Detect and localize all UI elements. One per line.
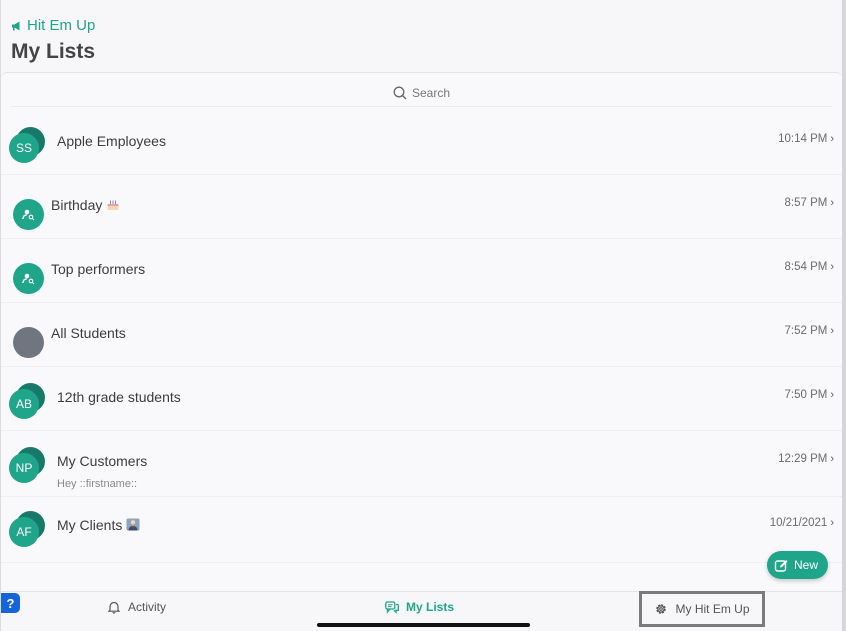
avatar: AF [9, 511, 49, 547]
home-indicator[interactable] [317, 623, 530, 627]
new-button-label: New [793, 558, 818, 572]
person-search-icon [22, 273, 35, 285]
business-person-icon [126, 518, 140, 531]
status-bar [1, 0, 842, 14]
list-item-title: 12th grade students [57, 389, 181, 405]
tab-my-lists-label: My Lists [406, 600, 455, 614]
search-icon [393, 86, 407, 99]
list-item[interactable]: Top performers 8:54 PM › [1, 239, 842, 303]
lists-panel: Search SS Apple Employees 10:14 PM › Bir… [1, 72, 842, 591]
list-item[interactable]: AB 12th grade students 7:50 PM › [1, 367, 842, 431]
list-item[interactable]: SS Apple Employees 10:14 PM › [1, 111, 842, 175]
list-item-time: 10/21/2021 › [769, 517, 834, 529]
list-item-title: All Students [51, 325, 126, 341]
back-link[interactable]: Hit Em Up [11, 17, 95, 34]
app-window: Hit Em Up My Lists Search SS Apple Emplo… [0, 0, 846, 631]
avatar [13, 327, 44, 358]
chevron-right-icon: › [830, 517, 834, 529]
header: Hit Em Up My Lists [1, 14, 842, 72]
list-item-time: 8:57 PM › [784, 197, 835, 209]
tab-my-hit-em-up-label: My Hit Em Up [675, 602, 750, 616]
list-item-title: Top performers [51, 261, 146, 277]
avatar [13, 263, 44, 294]
search-input[interactable]: Search [11, 79, 832, 107]
chat-bubbles-icon [385, 601, 399, 614]
megaphone-icon [12, 21, 20, 30]
search-placeholder: Search [411, 85, 451, 100]
list-item-time: 7:52 PM › [784, 325, 835, 337]
tab-my-lists[interactable]: My Lists [385, 600, 454, 614]
tab-bar: Activity My Lists My Hit Em Up [1, 591, 842, 631]
list-item-time: 8:54 PM › [784, 261, 835, 273]
cake-icon [107, 200, 119, 210]
list-item[interactable]: Birthday 8:57 PM › [1, 175, 842, 239]
avatar: AB [9, 383, 49, 419]
list-item-time: 12:29 PM › [778, 453, 834, 465]
chevron-right-icon: › [830, 325, 834, 337]
chevron-right-icon: › [830, 453, 834, 465]
avatar: NP [9, 447, 49, 483]
chevron-right-icon: › [830, 133, 834, 145]
tab-activity-label: Activity [128, 600, 167, 614]
avatar [13, 199, 44, 230]
gear-icon [656, 604, 667, 614]
back-link-label: Hit Em Up [27, 17, 96, 34]
chevron-right-icon: › [830, 261, 834, 273]
list-item[interactable]: AF My Clients 10/21/2021 › [1, 499, 842, 563]
tab-activity[interactable]: Activity [107, 600, 166, 614]
chevron-right-icon: › [830, 389, 834, 401]
list-item-time: 10:14 PM › [778, 133, 834, 145]
help-button[interactable]: ? [1, 593, 20, 613]
bell-icon [107, 601, 121, 614]
tab-my-hit-em-up[interactable]: My Hit Em Up [639, 591, 765, 627]
compose-icon [774, 559, 788, 572]
list-item[interactable]: NP My Customers Hey ::firstname:: 12:29 … [1, 431, 842, 497]
list-item-title: My Clients [57, 517, 140, 533]
page-title: My Lists [11, 40, 96, 63]
new-list-button[interactable]: New [766, 551, 828, 579]
list-item-preview: Hey ::firstname:: [57, 478, 138, 490]
list-item-title: Apple Employees [57, 133, 166, 149]
list-item-title: My Customers [57, 453, 148, 469]
list-item-title: Birthday [51, 197, 120, 213]
avatar: SS [9, 127, 49, 163]
chevron-right-icon: › [830, 197, 834, 209]
list-item[interactable]: All Students 7:52 PM › [1, 303, 842, 367]
person-search-icon [22, 209, 35, 221]
list-item-time: 7:50 PM › [784, 389, 835, 401]
